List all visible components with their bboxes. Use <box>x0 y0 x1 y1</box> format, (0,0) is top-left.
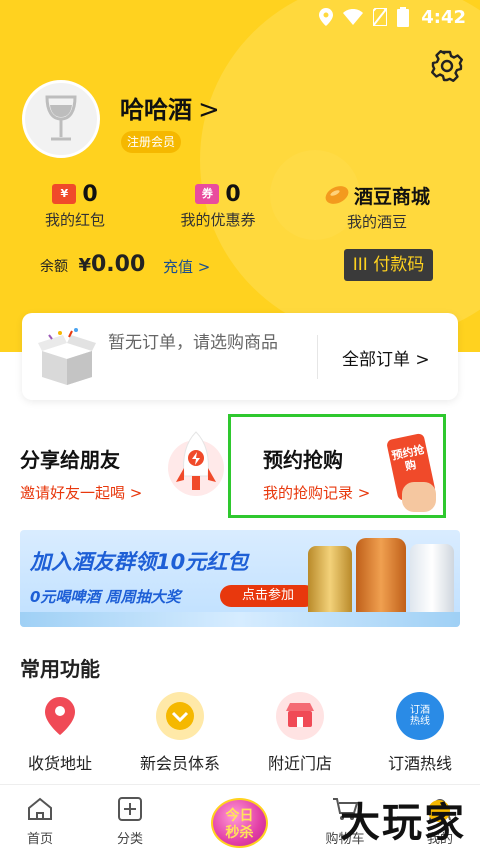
share-title: 分享给朋友 <box>20 448 120 472</box>
coupon-stat[interactable]: 券0 我的优惠券 <box>168 182 268 230</box>
coupon-label: 我的优惠券 <box>180 211 256 229</box>
shipping-address-item[interactable]: 收货地址 <box>0 692 120 774</box>
share-subtitle: 邀请好友一起喝 > <box>20 484 143 502</box>
tab-category-label: 分类 <box>116 832 143 847</box>
bean-mall-title: 酒豆商城 <box>353 186 430 208</box>
location-icon <box>319 8 334 26</box>
highlight-frame <box>228 414 446 518</box>
wifi-icon <box>343 9 364 25</box>
banner-subline: 0元喝啤酒 周周抽大奖 <box>30 588 181 606</box>
orders-card: 暂无订单，请选购商品 全部订单 > <box>22 313 458 400</box>
username[interactable]: 哈哈酒 > <box>120 90 220 125</box>
ice-decoration <box>20 612 460 627</box>
red-packet-count: 0 <box>82 182 98 207</box>
new-member-item[interactable]: 新会员体系 <box>120 692 240 774</box>
nearby-store-item[interactable]: 附近门店 <box>240 692 360 774</box>
red-packet-stat[interactable]: ¥0 我的红包 <box>30 182 120 230</box>
red-packet-icon: ¥ <box>52 184 77 204</box>
clock: 4:42 <box>421 6 466 28</box>
payment-code-button[interactable]: III 付款码 <box>344 249 433 281</box>
red-packet-label: 我的红包 <box>44 211 105 229</box>
balance-label: 余额 <box>40 259 68 275</box>
profile-header-background <box>0 0 480 352</box>
hotline-item[interactable]: 订酒 热线 订酒热线 <box>360 692 480 774</box>
bean-label: 我的酒豆 <box>346 213 407 231</box>
status-bar: 4:42 <box>0 0 480 34</box>
coupon-icon: 券 <box>195 184 220 204</box>
location-pin-icon <box>36 692 84 740</box>
coupon-count: 0 <box>225 182 241 207</box>
new-member-label: 新会员体系 <box>139 754 220 773</box>
no-sim-icon <box>373 8 388 26</box>
avatar[interactable] <box>22 80 100 158</box>
chevron-badge-icon <box>156 692 204 740</box>
home-icon <box>28 797 52 820</box>
banner-headline: 加入酒友群领10元红包 <box>30 550 249 574</box>
rocket-icon <box>168 431 224 496</box>
tab-home-label: 首页 <box>26 832 53 847</box>
bean-icon <box>325 186 349 204</box>
empty-box-icon <box>38 328 96 385</box>
divider <box>317 335 318 379</box>
username-text: 哈哈酒 <box>120 96 192 124</box>
common-functions-title: 常用功能 <box>20 657 100 681</box>
flash-sale-label: 今日 秒杀 <box>225 808 254 841</box>
hotline-icon: 订酒 热线 <box>396 692 444 740</box>
wine-group-banner[interactable]: 加入酒友群领10元红包 0元喝啤酒 周周抽大奖 点击参加 <box>20 530 460 627</box>
wine-glass-icon <box>45 95 77 141</box>
balance-amount: 0.00 <box>90 252 146 277</box>
tab-home[interactable]: 首页 <box>0 797 80 847</box>
settings-gear-icon[interactable] <box>430 49 464 83</box>
hotline-label: 订酒热线 <box>387 754 452 773</box>
all-orders-link[interactable]: 全部订单 > <box>342 345 430 370</box>
share-promo-card[interactable]: 分享给朋友 邀请好友一起喝 > <box>0 420 228 520</box>
watermark-text: 大玩家 <box>340 800 466 846</box>
member-level-badge: 注册会员 <box>121 131 182 153</box>
nearby-store-label: 附近门店 <box>267 754 332 773</box>
category-icon <box>118 797 142 821</box>
bean-mall-stat[interactable]: 酒豆商城 我的酒豆 <box>312 182 442 232</box>
store-icon <box>276 692 324 740</box>
battery-icon <box>397 7 410 27</box>
currency-symbol: ¥ <box>78 255 91 276</box>
recharge-link[interactable]: 充值 > <box>163 256 210 277</box>
tab-category[interactable]: 分类 <box>90 797 170 847</box>
balance: 余额 ¥0.00 <box>40 252 145 277</box>
join-now-button[interactable]: 点击参加 <box>220 585 316 607</box>
flash-sale-button[interactable]: 今日 秒杀 <box>211 798 268 848</box>
empty-orders-text: 暂无订单，请选购商品 <box>108 333 278 353</box>
chevron-right-icon: > <box>198 95 220 125</box>
shipping-address-label: 收货地址 <box>27 754 92 773</box>
